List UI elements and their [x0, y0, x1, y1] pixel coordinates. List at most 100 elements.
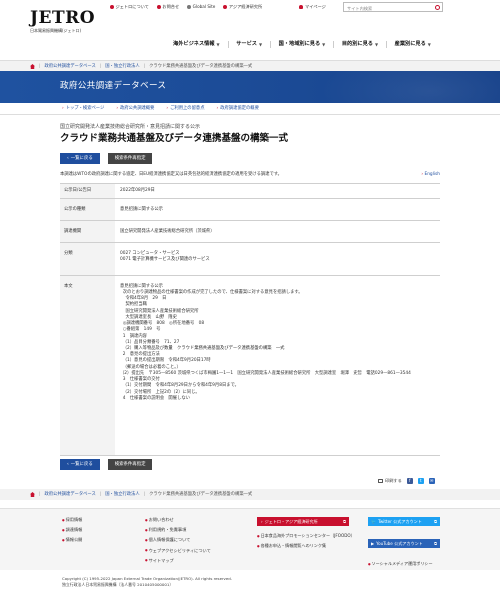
body-line: 4 仕様書案の説明会 開催しない: [120, 395, 190, 401]
jetro-ide-button[interactable]: › ジェトロ・アジア経済研究所 ⧉: [257, 517, 349, 526]
logo-subtitle: 日本貿易振興機構(ジェトロ): [30, 28, 82, 33]
utility-about-label: ジェトロについて: [115, 4, 149, 9]
nav-divider: [386, 41, 387, 48]
action-buttons-bottom: ‹ 一覧に戻る 検索条件再指定: [60, 459, 153, 470]
footer-link-contact[interactable]: お問い合わせ: [145, 517, 211, 523]
nav-label: 海外ビジネス情報: [173, 41, 215, 47]
nav-label: 産業別に見る: [394, 41, 426, 47]
row-label: 本文: [60, 275, 115, 456]
home-icon[interactable]: [30, 64, 35, 69]
nav-by-industry[interactable]: 産業別に見る ▼: [395, 41, 431, 48]
table-row: 公示日/公告日 2022年08月29日: [60, 183, 440, 199]
breadcrumb-national[interactable]: 国・独立行政法人: [105, 64, 139, 70]
row-label: 公示の種類: [60, 198, 115, 221]
footer-col-3: 日本食品海外プロモーションセンター（JFOODO） 各種お申込・情報閲覧へのリン…: [257, 533, 357, 549]
site-footer: 採用情報 調達情報 情報公開 お問い合わせ 利用規約・免責事項 個人情報保護につ…: [0, 508, 500, 570]
building-icon: [223, 4, 228, 9]
row-value: 0027 コンピュータ・サービス 0071 電子計算機サービス及び関連のサービス: [115, 242, 440, 276]
mypage-link[interactable]: マイページ: [299, 4, 326, 10]
back-to-list-button[interactable]: ‹ 一覧に戻る: [60, 153, 100, 164]
row-value: 意見招請に関する公示: [115, 198, 440, 221]
subnav-notes[interactable]: ご利用上の留意点: [166, 106, 204, 112]
footer-link-disclosure[interactable]: 情報公開: [62, 537, 83, 543]
footer-link-sitemap[interactable]: サイトマップ: [145, 558, 211, 564]
breadcrumb-separator: |: [143, 491, 146, 497]
utility-contact[interactable]: お問合せ: [156, 4, 180, 10]
search-icon[interactable]: [435, 5, 440, 10]
breadcrumb-national[interactable]: 国・独立行政法人: [105, 492, 139, 498]
footer-link-terms[interactable]: 利用規約・免責事項: [145, 527, 211, 533]
subnav-agreement[interactable]: 政府調達協定の概要: [217, 106, 259, 112]
footer-link-jfoodo[interactable]: 日本食品海外プロモーションセンター（JFOODO）: [257, 533, 357, 539]
table-row: 分類 0027 コンピュータ・サービス 0071 電子計算機サービス及び関連のサ…: [60, 242, 440, 276]
person-icon: [299, 4, 303, 9]
footer-link-recruit[interactable]: 採用情報: [62, 517, 83, 523]
bullet-icon: [110, 4, 114, 9]
utility-ide[interactable]: アジア経済研究所: [223, 4, 262, 10]
nav-divider: [333, 41, 334, 48]
table-row: 本文 意見招請に関する公示 次のとおり調達物品の仕様書案の作成が完了したので、仕…: [60, 275, 440, 456]
classification-value: 0027 コンピュータ・サービス 0071 電子計算機サービス及び関連のサービス: [120, 250, 210, 263]
breadcrumb-separator: |: [99, 63, 102, 69]
footer-link-accessibility[interactable]: ウェブアクセシビリティについて: [145, 548, 211, 554]
chevron-down-icon: ▼: [322, 41, 326, 47]
breadcrumb-separator: |: [39, 63, 41, 69]
nav-label: 目的別に見る: [341, 41, 373, 47]
youtube-official-button[interactable]: ▶ YouTube 公式アカウント ⧉: [368, 539, 440, 548]
twitter-official-button[interactable]: 🐦 Twitter 公式アカウント ⧉: [368, 517, 440, 526]
body-text: 意見招請に関する公示 次のとおり調達物品の仕様書案の作成が完了したので、仕様書案…: [115, 275, 440, 456]
respecify-search-button[interactable]: 検索条件再指定: [107, 153, 153, 164]
globe-icon: [187, 4, 192, 9]
page-title: クラウド業務共通基盤及びデータ連携基盤の構築一式: [60, 133, 289, 144]
subnav-top-search[interactable]: トップ・検索ページ: [62, 106, 105, 112]
row-value: 国立研究開発法人産業技術総合研究所（茨城県）: [115, 220, 440, 243]
footer-link-privacy[interactable]: 個人情報保護について: [145, 537, 211, 543]
respecify-search-button[interactable]: 検索条件再指定: [107, 459, 153, 470]
nav-by-region[interactable]: 国・地域別に見る ▼: [279, 41, 326, 48]
jetro-logo[interactable]: JETRO 日本貿易振興機構(ジェトロ): [30, 10, 95, 34]
print-link[interactable]: 印刷する: [378, 478, 402, 484]
chevron-down-icon: ▼: [427, 41, 431, 47]
social-media-policy-link[interactable]: ソーシャルメディア運用ポリシー: [368, 561, 433, 567]
utility-about[interactable]: ジェトロについて: [110, 4, 149, 10]
page-subtitle: 国立研究開発法人産業技術総合研究所・意見招請に関する公示: [60, 124, 201, 130]
breadcrumb-gpd[interactable]: 政府公共調達データベース: [44, 64, 95, 70]
copyright: Copyright (C) 1995-2022 Japan External T…: [62, 576, 232, 587]
corporate-number: 独立行政法人日本貿易振興機構（法人番号 2010405000001）: [62, 581, 174, 587]
mail-share-icon[interactable]: ✉: [428, 478, 435, 484]
table-row: 公示の種類 意見招請に関する公示: [60, 198, 440, 221]
nav-divider: [270, 41, 271, 48]
back-to-list-label: 一覧に戻る: [70, 155, 93, 161]
subnav-overview[interactable]: 政府公共調達概要: [116, 106, 154, 112]
utility-global[interactable]: Global Site: [187, 4, 215, 10]
table-row: 調達機関 国立研究開発法人産業技術総合研究所（茨城県）: [60, 220, 440, 243]
row-label: 公示日/公告日: [60, 183, 115, 199]
footer-col-1: 採用情報 調達情報 情報公開: [62, 517, 83, 543]
jetro-ide-label: ジェトロ・アジア経済研究所: [264, 518, 318, 524]
utility-links: ジェトロについて お問合せ Global Site アジア経済研究所: [110, 4, 262, 10]
banner-title: 政府公共調達データベース: [60, 81, 167, 91]
chevron-left-icon: ‹: [67, 461, 69, 467]
notice-text: 本調達はWTOの政府調達に関する協定、日EU経済連携協定又は日英包括的経済連携協…: [60, 172, 282, 177]
site-search-input[interactable]: サイト内検索: [343, 2, 443, 12]
nav-business-info[interactable]: 海外ビジネス情報 ▼: [173, 41, 220, 48]
search-placeholder: サイト内検索: [347, 5, 373, 11]
utility-contact-label: お問合せ: [162, 4, 180, 9]
breadcrumb-gpd[interactable]: 政府公共調達データベース: [44, 492, 95, 498]
nav-services[interactable]: サービス ▼: [236, 41, 262, 48]
home-icon[interactable]: [30, 492, 35, 497]
back-to-list-button[interactable]: ‹ 一覧に戻る: [60, 459, 100, 470]
nav-by-purpose[interactable]: 目的別に見る ▼: [342, 41, 378, 48]
footer-link-procurement[interactable]: 調達情報: [62, 527, 83, 533]
sub-navigation: トップ・検索ページ 政府公共調達概要 ご利用上の留意点 政府調達協定の概要: [0, 103, 500, 115]
footer-link-applications[interactable]: 各種お申込・情報閲覧へのリンク集: [257, 543, 357, 549]
page-tools: 印刷する f t ✉: [378, 478, 435, 484]
wto-notice: 本調達はWTOの政府調達に関する協定、日EU経済連携協定又は日英包括的経済連携協…: [60, 172, 440, 178]
twitter-icon[interactable]: t: [417, 478, 424, 484]
english-link[interactable]: English: [421, 172, 440, 178]
row-value: 2022年08月29日: [115, 183, 440, 199]
action-buttons-top: ‹ 一覧に戻る 検索条件再指定: [60, 153, 153, 164]
external-link-icon: ⧉: [434, 518, 437, 524]
facebook-icon[interactable]: f: [406, 478, 413, 484]
chevron-left-icon: ‹: [67, 155, 69, 161]
